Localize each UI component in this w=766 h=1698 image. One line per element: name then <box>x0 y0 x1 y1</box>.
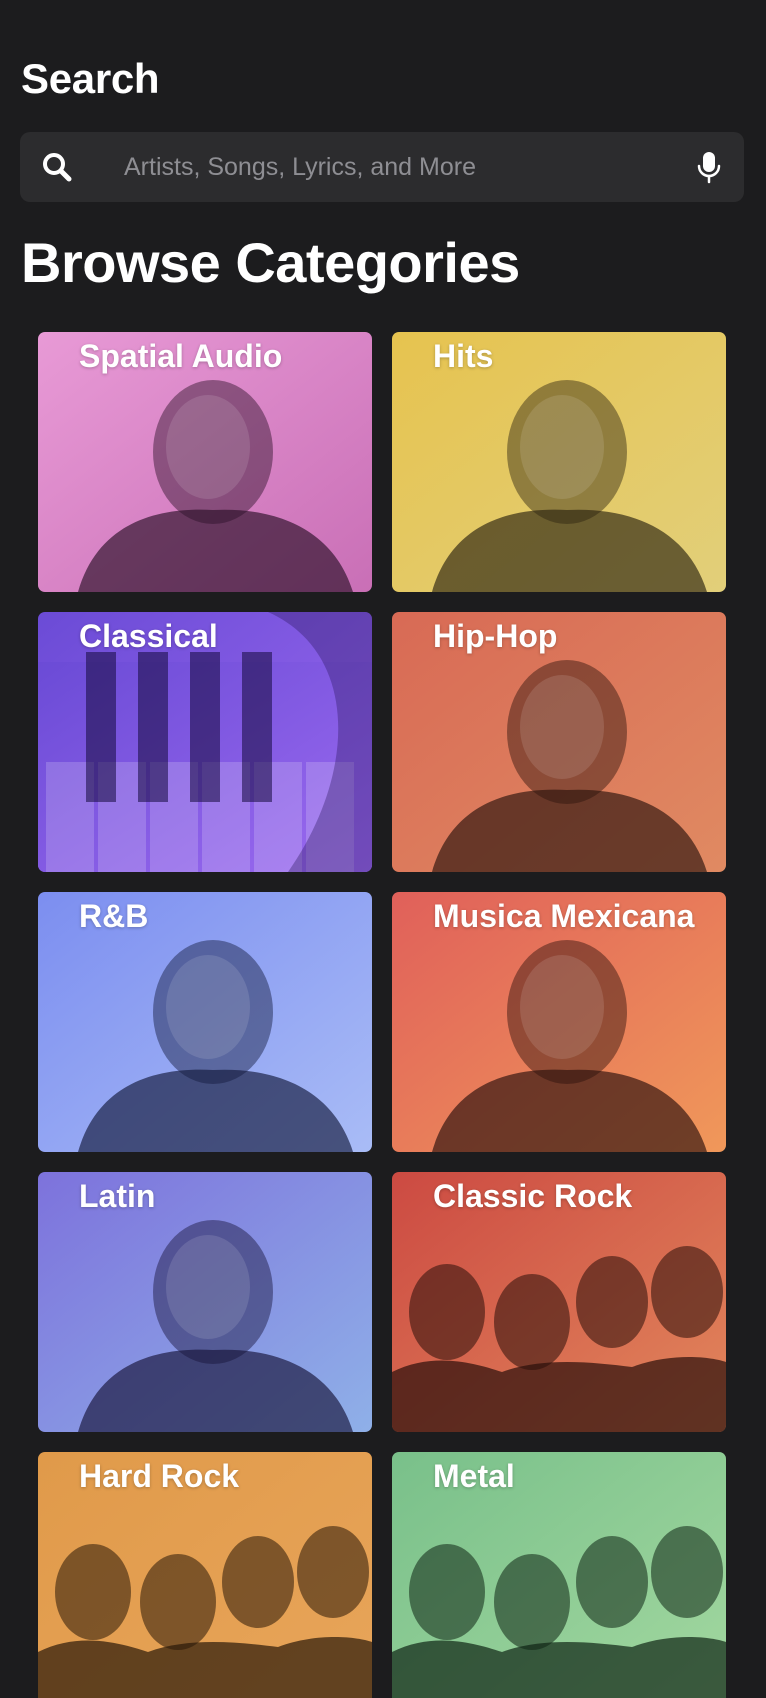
category-tile[interactable]: Hip-Hop <box>392 612 726 872</box>
category-label: Classic Rock <box>433 1178 633 1214</box>
category-tile[interactable]: Hits <box>392 332 726 592</box>
category-tile[interactable]: Spatial Audio <box>38 332 372 592</box>
category-tile[interactable]: Hard Rock <box>38 1452 372 1698</box>
browse-categories-heading: Browse Categories <box>21 231 520 294</box>
search-bar[interactable] <box>20 132 744 202</box>
microphone-icon[interactable] <box>696 151 722 185</box>
category-label: Hits <box>433 338 494 374</box>
category-tile[interactable]: Classic Rock <box>392 1172 726 1432</box>
category-tile[interactable]: Metal <box>392 1452 726 1698</box>
category-label: Latin <box>79 1178 156 1214</box>
search-input[interactable] <box>104 132 694 202</box>
category-label: Hard Rock <box>79 1458 240 1494</box>
category-tile[interactable]: R&B <box>38 892 372 1152</box>
category-label: Hip-Hop <box>433 618 558 654</box>
category-label: Spatial Audio <box>79 338 283 374</box>
category-label: Metal <box>433 1458 515 1494</box>
category-label: Classical <box>79 618 218 654</box>
search-icon <box>40 150 74 184</box>
category-tile[interactable]: Musica Mexicana <box>392 892 726 1152</box>
category-label: R&B <box>79 898 149 934</box>
category-label: Musica Mexicana <box>433 898 695 934</box>
category-tile[interactable]: Latin <box>38 1172 372 1432</box>
category-tile[interactable]: Classical <box>38 612 372 872</box>
page-title: Search <box>21 55 160 102</box>
search-screen: Search Browse Categories <box>0 0 766 1698</box>
